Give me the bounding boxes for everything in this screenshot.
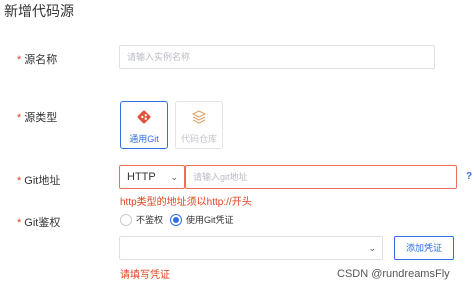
source-type-label-row: * 源类型 bbox=[17, 109, 57, 125]
radio-circle-icon bbox=[120, 213, 132, 226]
required-mark: * bbox=[17, 217, 22, 229]
radio-selected-icon bbox=[170, 213, 182, 226]
git-url-input[interactable]: 请输入git地址 bbox=[185, 165, 457, 189]
required-mark: * bbox=[17, 112, 22, 124]
git-icon bbox=[137, 110, 151, 124]
help-icon[interactable]: ? bbox=[466, 171, 472, 182]
git-auth-label-row: * Git鉴权 bbox=[17, 214, 60, 230]
radio-use-credential[interactable]: 使用Git凭证 bbox=[170, 213, 234, 226]
source-type-git-label: 通用Git bbox=[129, 134, 159, 144]
add-credential-button[interactable]: 添加凭证 bbox=[394, 236, 454, 260]
source-name-label-row: * 源名称 bbox=[17, 51, 57, 67]
source-type-label: 源类型 bbox=[24, 112, 58, 124]
source-name-label: 源名称 bbox=[24, 54, 58, 66]
source-type-repo-card[interactable]: 代码仓库 bbox=[175, 101, 223, 149]
protocol-select[interactable]: HTTP ⌄ bbox=[119, 165, 185, 189]
radio-no-auth[interactable]: 不鉴权 bbox=[120, 213, 163, 226]
git-auth-label: Git鉴权 bbox=[24, 217, 61, 229]
credential-error: 请填写凭证 bbox=[120, 270, 170, 281]
watermark: CSDN @rundreamsFly bbox=[337, 268, 450, 280]
git-url-placeholder: 请输入git地址 bbox=[193, 172, 248, 182]
credential-select[interactable]: ⌄ bbox=[119, 236, 383, 260]
radio-use-credential-label: 使用Git凭证 bbox=[186, 215, 234, 225]
source-name-placeholder: 请输入实例名称 bbox=[127, 52, 191, 62]
layers-icon bbox=[191, 110, 207, 124]
source-name-input[interactable]: 请输入实例名称 bbox=[119, 45, 435, 69]
required-mark: * bbox=[17, 54, 22, 66]
radio-no-auth-label: 不鉴权 bbox=[136, 215, 164, 225]
git-url-error: http类型的地址须以http://开头 bbox=[120, 197, 252, 208]
git-url-label: Git地址 bbox=[24, 175, 61, 187]
source-type-git-card[interactable]: 通用Git bbox=[120, 101, 168, 149]
protocol-value: HTTP bbox=[127, 171, 156, 183]
dialog-title: 新增代码源 bbox=[4, 3, 74, 19]
chevron-down-icon: ⌄ bbox=[368, 243, 376, 253]
required-mark: * bbox=[17, 175, 22, 187]
source-type-repo-label: 代码仓库 bbox=[180, 134, 217, 144]
git-url-label-row: * Git地址 bbox=[17, 172, 60, 188]
chevron-down-icon: ⌄ bbox=[170, 172, 178, 182]
